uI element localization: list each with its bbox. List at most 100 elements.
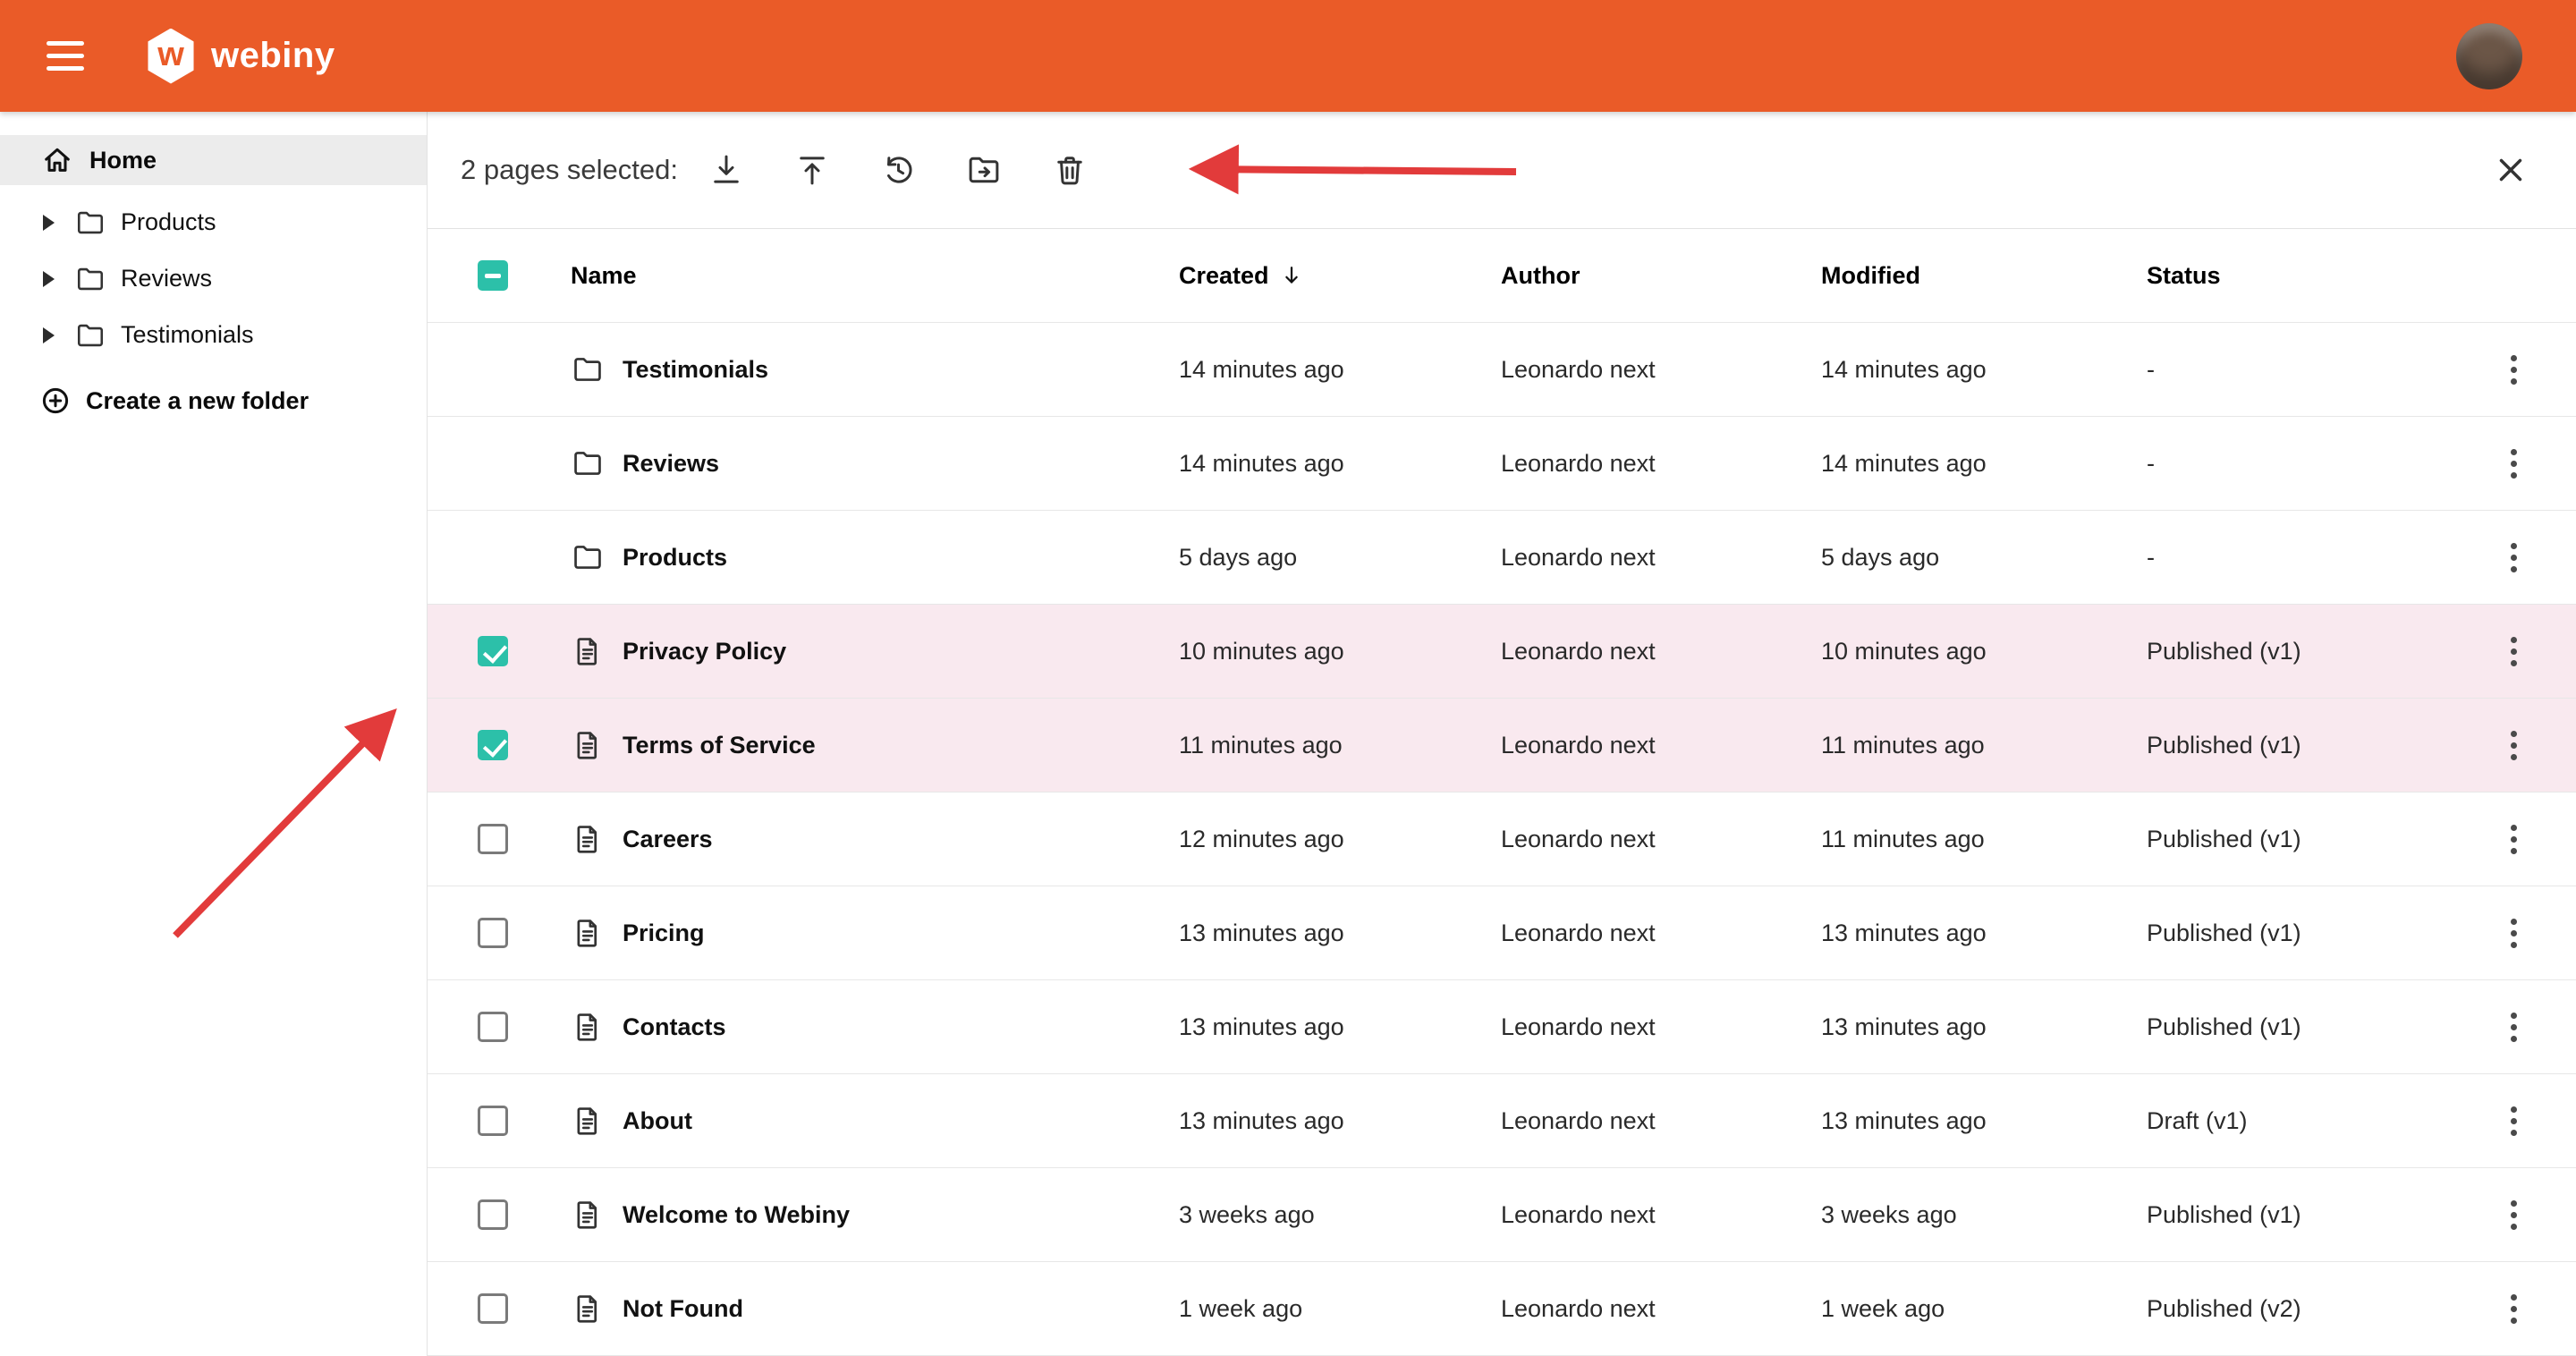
chevron-right-icon[interactable] bbox=[43, 215, 55, 231]
row-checkbox[interactable] bbox=[478, 730, 508, 760]
sidebar-item-home[interactable]: Home bbox=[0, 135, 427, 185]
row-modified: 11 minutes ago bbox=[1821, 732, 2147, 759]
user-avatar[interactable] bbox=[2456, 23, 2522, 89]
row-menu-button[interactable] bbox=[2502, 628, 2526, 675]
table-row[interactable]: Terms of Service 11 minutes ago Leonardo… bbox=[428, 699, 2576, 792]
page-icon bbox=[571, 916, 605, 950]
sidebar-home-label: Home bbox=[89, 147, 157, 174]
row-menu-button[interactable] bbox=[2502, 1098, 2526, 1145]
chevron-right-icon[interactable] bbox=[43, 327, 55, 343]
table-row[interactable]: About 13 minutes ago Leonardo next 13 mi… bbox=[428, 1074, 2576, 1168]
row-name: Products bbox=[623, 544, 727, 572]
row-author: Leonardo next bbox=[1501, 826, 1821, 853]
column-header-status[interactable]: Status bbox=[2147, 262, 2451, 290]
move-to-folder-button[interactable] bbox=[959, 145, 1009, 195]
sidebar-folder-reviews[interactable]: Reviews bbox=[0, 250, 427, 307]
download-button[interactable] bbox=[701, 145, 751, 195]
delete-button[interactable] bbox=[1045, 145, 1095, 195]
create-folder-button[interactable]: Create a new folder bbox=[0, 374, 427, 428]
row-modified: 14 minutes ago bbox=[1821, 450, 2147, 478]
create-folder-label: Create a new folder bbox=[86, 387, 309, 415]
row-author: Leonardo next bbox=[1501, 1295, 1821, 1323]
sidebar-folder-testimonials[interactable]: Testimonials bbox=[0, 307, 427, 363]
folder-icon bbox=[74, 263, 106, 295]
row-menu-button[interactable] bbox=[2502, 346, 2526, 394]
row-name: Welcome to Webiny bbox=[623, 1201, 850, 1229]
row-status: Published (v1) bbox=[2147, 1013, 2451, 1041]
row-modified: 13 minutes ago bbox=[1821, 1013, 2147, 1041]
table-row[interactable]: Reviews 14 minutes ago Leonardo next 14 … bbox=[428, 417, 2576, 511]
row-menu-button[interactable] bbox=[2502, 440, 2526, 487]
table-row[interactable]: Privacy Policy 10 minutes ago Leonardo n… bbox=[428, 605, 2576, 699]
selection-count-label: 2 pages selected: bbox=[461, 154, 678, 186]
restore-button[interactable] bbox=[873, 145, 923, 195]
selection-toolbar: 2 pages selected: bbox=[428, 112, 2576, 229]
topbar: w webiny bbox=[0, 0, 2576, 112]
app: w webiny Home Products bbox=[0, 0, 2576, 1356]
sort-desc-icon bbox=[1278, 262, 1305, 289]
webiny-logo[interactable]: w webiny bbox=[145, 29, 335, 84]
row-menu-button[interactable] bbox=[2502, 1191, 2526, 1239]
row-name: Not Found bbox=[623, 1295, 743, 1323]
sidebar-folder-products[interactable]: Products bbox=[0, 194, 427, 250]
chevron-right-icon[interactable] bbox=[43, 271, 55, 287]
webiny-logo-icon: w bbox=[145, 29, 197, 84]
row-checkbox[interactable] bbox=[478, 918, 508, 948]
table-row[interactable]: Welcome to Webiny 3 weeks ago Leonardo n… bbox=[428, 1168, 2576, 1262]
page-icon bbox=[571, 634, 605, 668]
row-created: 14 minutes ago bbox=[1179, 356, 1501, 384]
table-row[interactable]: Careers 12 minutes ago Leonardo next 11 … bbox=[428, 792, 2576, 886]
row-menu-button[interactable] bbox=[2502, 816, 2526, 863]
row-checkbox[interactable] bbox=[478, 1106, 508, 1136]
selection-actions bbox=[701, 145, 1095, 195]
main-content: 2 pages selected: bbox=[428, 112, 2576, 1356]
restore-icon bbox=[879, 151, 917, 189]
row-name: Pricing bbox=[623, 920, 705, 947]
table-row[interactable]: Not Found 1 week ago Leonardo next 1 wee… bbox=[428, 1262, 2576, 1356]
row-author: Leonardo next bbox=[1501, 1107, 1821, 1135]
row-checkbox[interactable] bbox=[478, 1012, 508, 1042]
table-row[interactable]: Pricing 13 minutes ago Leonardo next 13 … bbox=[428, 886, 2576, 980]
menu-button[interactable] bbox=[47, 25, 109, 88]
row-status: Published (v1) bbox=[2147, 1201, 2451, 1229]
column-header-created[interactable]: Created bbox=[1179, 262, 1501, 290]
folder-icon bbox=[571, 446, 605, 480]
close-icon bbox=[2492, 151, 2529, 189]
row-menu-button[interactable] bbox=[2502, 1285, 2526, 1333]
row-created: 3 weeks ago bbox=[1179, 1201, 1501, 1229]
table-row[interactable]: Contacts 13 minutes ago Leonardo next 13… bbox=[428, 980, 2576, 1074]
row-status: - bbox=[2147, 544, 2451, 572]
row-checkbox[interactable] bbox=[478, 636, 508, 666]
row-created: 1 week ago bbox=[1179, 1295, 1501, 1323]
row-menu-button[interactable] bbox=[2502, 1004, 2526, 1051]
row-menu-button[interactable] bbox=[2502, 534, 2526, 581]
table-header: Name Created Author Modified Status bbox=[428, 229, 2576, 323]
sidebar-folder-label: Reviews bbox=[121, 265, 212, 292]
row-status: Published (v2) bbox=[2147, 1295, 2451, 1323]
row-name: Testimonials bbox=[623, 356, 768, 384]
close-selection-button[interactable] bbox=[2486, 145, 2536, 195]
row-status: Published (v1) bbox=[2147, 920, 2451, 947]
table-row[interactable]: Products 5 days ago Leonardo next 5 days… bbox=[428, 511, 2576, 605]
row-checkbox[interactable] bbox=[478, 1293, 508, 1324]
row-modified: 3 weeks ago bbox=[1821, 1201, 2147, 1229]
column-header-name[interactable]: Name bbox=[571, 262, 1179, 290]
row-author: Leonardo next bbox=[1501, 450, 1821, 478]
row-checkbox[interactable] bbox=[478, 1199, 508, 1230]
column-header-author[interactable]: Author bbox=[1501, 262, 1821, 290]
row-created: 14 minutes ago bbox=[1179, 450, 1501, 478]
folder-icon bbox=[571, 540, 605, 574]
row-created: 5 days ago bbox=[1179, 544, 1501, 572]
export-icon bbox=[793, 151, 831, 189]
row-modified: 14 minutes ago bbox=[1821, 356, 2147, 384]
export-button[interactable] bbox=[787, 145, 837, 195]
row-modified: 5 days ago bbox=[1821, 544, 2147, 572]
row-created: 13 minutes ago bbox=[1179, 1013, 1501, 1041]
row-menu-button[interactable] bbox=[2502, 910, 2526, 957]
column-header-modified[interactable]: Modified bbox=[1821, 262, 2147, 290]
select-all-checkbox[interactable] bbox=[478, 260, 508, 291]
row-menu-button[interactable] bbox=[2502, 722, 2526, 769]
table-row[interactable]: Testimonials 14 minutes ago Leonardo nex… bbox=[428, 323, 2576, 417]
row-checkbox[interactable] bbox=[478, 824, 508, 854]
table-body: Testimonials 14 minutes ago Leonardo nex… bbox=[428, 323, 2576, 1356]
